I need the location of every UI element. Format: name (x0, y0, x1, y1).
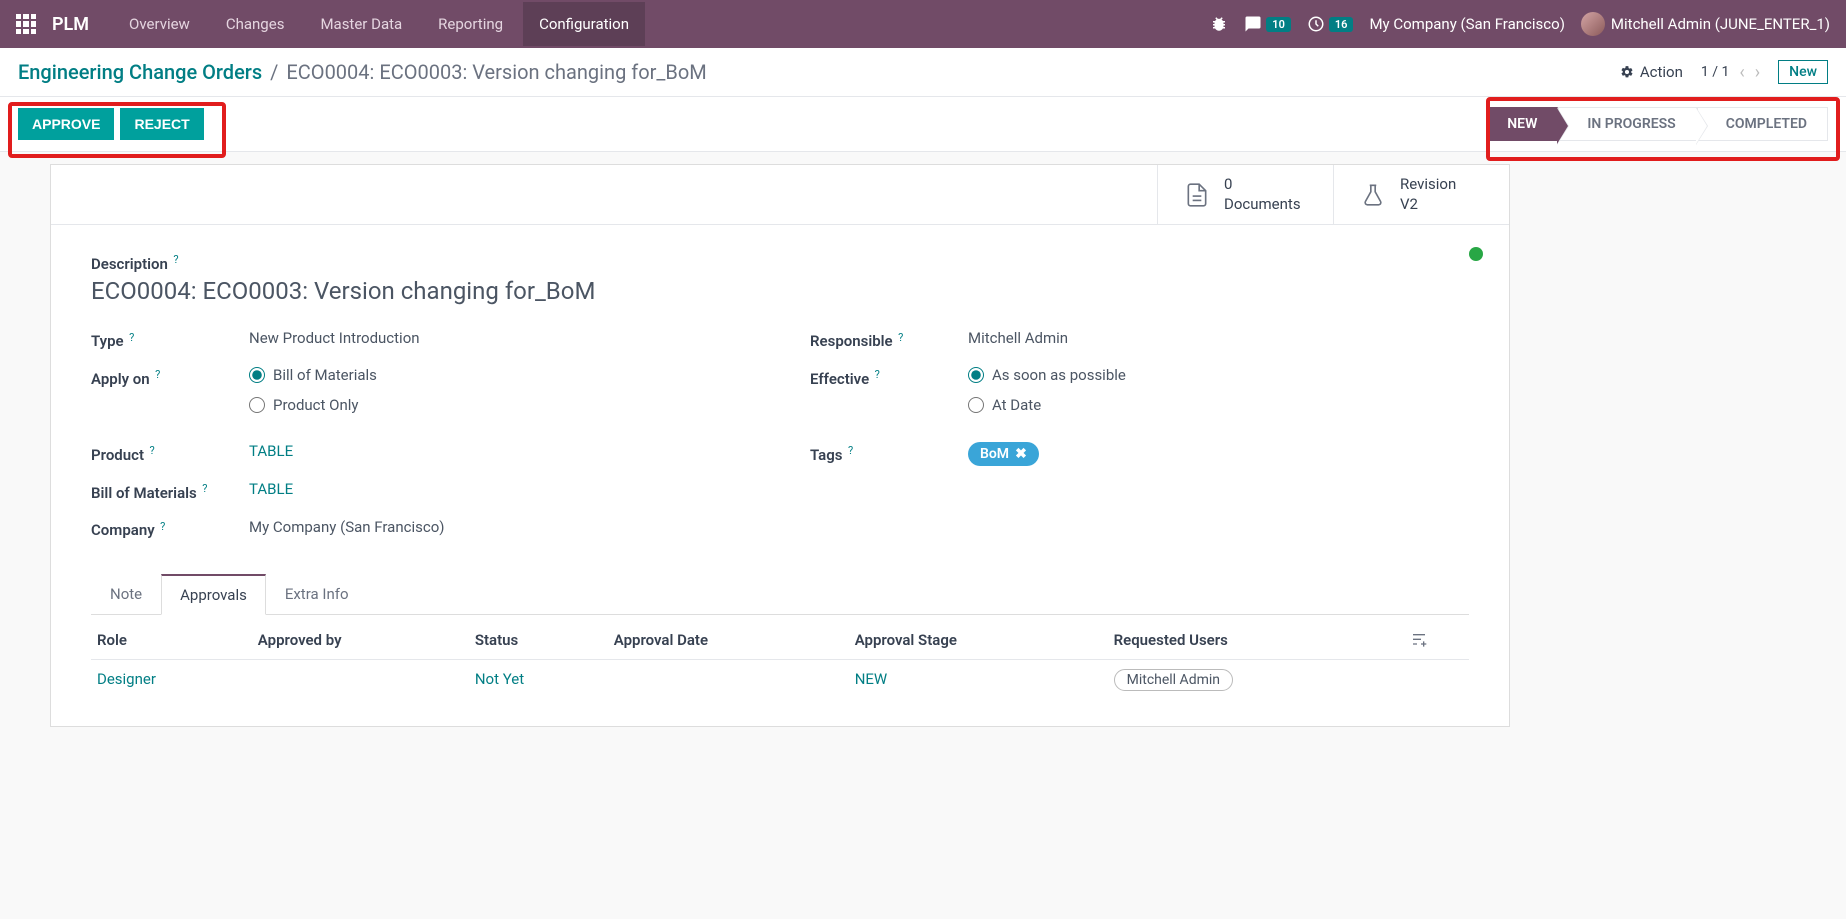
help-icon[interactable]: ? (155, 368, 160, 381)
breadcrumb-root[interactable]: Engineering Change Orders (18, 60, 262, 84)
row-approved-by (252, 660, 469, 699)
stat-revision-value: V2 (1400, 195, 1456, 215)
company-label: Company (91, 521, 155, 539)
tag-bom[interactable]: BoM ✖ (968, 442, 1039, 466)
pager-prev-icon[interactable]: ‹ (1739, 62, 1744, 83)
bom-label: Bill of Materials (91, 484, 197, 502)
th-requested-users[interactable]: Requested Users (1108, 621, 1406, 660)
table-settings-icon[interactable] (1411, 632, 1463, 648)
control-bar: Engineering Change Orders / ECO0004: ECO… (0, 48, 1846, 97)
row-role[interactable]: Designer (97, 670, 156, 688)
kanban-state-dot[interactable] (1469, 247, 1483, 261)
stat-documents-count: 0 (1224, 175, 1301, 195)
th-approval-stage[interactable]: Approval Stage (849, 621, 1108, 660)
user-menu[interactable]: Mitchell Admin (JUNE_ENTER_1) (1581, 12, 1830, 36)
stat-documents-label: Documents (1224, 195, 1301, 215)
bug-icon[interactable] (1210, 15, 1228, 33)
form-sheet: 0 Documents Revision V2 Description ? (50, 164, 1510, 727)
help-icon[interactable]: ? (202, 482, 207, 495)
responsible-label: Responsible (810, 332, 893, 350)
help-icon[interactable]: ? (149, 444, 154, 457)
app-brand[interactable]: PLM (52, 14, 89, 35)
stat-documents[interactable]: 0 Documents (1157, 165, 1333, 224)
apps-menu-icon[interactable] (16, 14, 36, 34)
company-value[interactable]: My Company (San Francisco) (249, 518, 750, 536)
th-approved-by[interactable]: Approved by (252, 621, 469, 660)
company-switcher[interactable]: My Company (San Francisco) (1369, 15, 1564, 33)
description-value[interactable]: ECO0004: ECO0003: Version changing for_B… (91, 277, 1469, 305)
tab-note[interactable]: Note (91, 574, 161, 615)
responsible-value[interactable]: Mitchell Admin (968, 329, 1469, 347)
breadcrumb-current: ECO0004: ECO0003: Version changing for_B… (286, 60, 706, 84)
stage-in-progress[interactable]: IN PROGRESS (1558, 107, 1696, 141)
effective-asap-radio[interactable]: As soon as possible (968, 366, 1469, 384)
effective-label: Effective (810, 370, 869, 388)
type-value[interactable]: New Product Introduction (249, 329, 750, 347)
tags-label: Tags (810, 446, 843, 464)
bom-value[interactable]: TABLE (249, 480, 293, 498)
tag-remove-icon[interactable]: ✖ (1015, 446, 1027, 462)
status-bar: APPROVE REJECT NEW IN PROGRESS COMPLETED (0, 97, 1846, 152)
apply-on-label: Apply on (91, 370, 150, 388)
pager: 1 / 1 ‹ › (1701, 62, 1760, 83)
tabs: Note Approvals Extra Info (91, 573, 1469, 615)
stage-completed[interactable]: COMPLETED (1697, 107, 1828, 141)
effective-atdate-radio[interactable]: At Date (968, 396, 1469, 414)
activities-icon[interactable]: 16 (1307, 15, 1354, 33)
help-icon[interactable]: ? (898, 331, 903, 344)
help-icon[interactable]: ? (129, 331, 134, 344)
messages-badge: 10 (1266, 17, 1291, 32)
avatar-icon (1581, 12, 1605, 36)
user-name: Mitchell Admin (JUNE_ENTER_1) (1611, 15, 1830, 33)
messages-icon[interactable]: 10 (1244, 15, 1291, 33)
row-requested-user[interactable]: Mitchell Admin (1114, 669, 1233, 691)
apply-on-product-radio[interactable]: Product Only (249, 396, 750, 414)
activities-badge: 16 (1329, 17, 1354, 32)
action-dropdown[interactable]: Action (1620, 63, 1683, 81)
approvals-table: Role Approved by Status Approval Date Ap… (91, 621, 1469, 698)
th-status[interactable]: Status (469, 621, 608, 660)
help-icon[interactable]: ? (848, 444, 853, 457)
flask-icon (1360, 180, 1386, 210)
tab-approvals[interactable]: Approvals (161, 574, 266, 615)
th-role[interactable]: Role (91, 621, 252, 660)
stat-revision-label: Revision (1400, 175, 1456, 195)
reject-button[interactable]: REJECT (120, 108, 203, 140)
row-approval-date (608, 660, 849, 699)
nav-menu: Overview Changes Master Data Reporting C… (113, 2, 645, 46)
main-navbar: PLM Overview Changes Master Data Reporti… (0, 0, 1846, 48)
nav-item-reporting[interactable]: Reporting (422, 2, 519, 46)
row-status[interactable]: Not Yet (475, 670, 524, 688)
approve-button[interactable]: APPROVE (18, 108, 114, 140)
product-label: Product (91, 446, 144, 464)
table-row[interactable]: Designer Not Yet NEW Mitchell Admin (91, 660, 1469, 699)
description-label: Description (91, 255, 168, 273)
stat-revision[interactable]: Revision V2 (1333, 165, 1509, 224)
breadcrumb-separator: / (270, 60, 278, 84)
apply-on-bom-radio[interactable]: Bill of Materials (249, 366, 750, 384)
document-icon (1184, 180, 1210, 210)
nav-item-configuration[interactable]: Configuration (523, 2, 645, 46)
stage-new[interactable]: NEW (1488, 107, 1558, 141)
help-icon[interactable]: ? (875, 368, 880, 381)
tab-extra-info[interactable]: Extra Info (266, 574, 368, 615)
new-indicator[interactable]: New (1778, 60, 1828, 84)
product-value[interactable]: TABLE (249, 442, 293, 460)
pager-next-icon[interactable]: › (1755, 62, 1760, 83)
row-approval-stage[interactable]: NEW (855, 670, 888, 688)
help-icon[interactable]: ? (173, 253, 178, 266)
help-icon[interactable]: ? (160, 520, 165, 533)
nav-item-overview[interactable]: Overview (113, 2, 206, 46)
breadcrumb: Engineering Change Orders / ECO0004: ECO… (18, 60, 707, 84)
nav-item-master-data[interactable]: Master Data (304, 2, 418, 46)
nav-item-changes[interactable]: Changes (210, 2, 301, 46)
pager-count[interactable]: 1 / 1 (1701, 64, 1729, 80)
stage-steps: NEW IN PROGRESS COMPLETED (1488, 107, 1828, 141)
type-label: Type (91, 332, 124, 350)
th-approval-date[interactable]: Approval Date (608, 621, 849, 660)
